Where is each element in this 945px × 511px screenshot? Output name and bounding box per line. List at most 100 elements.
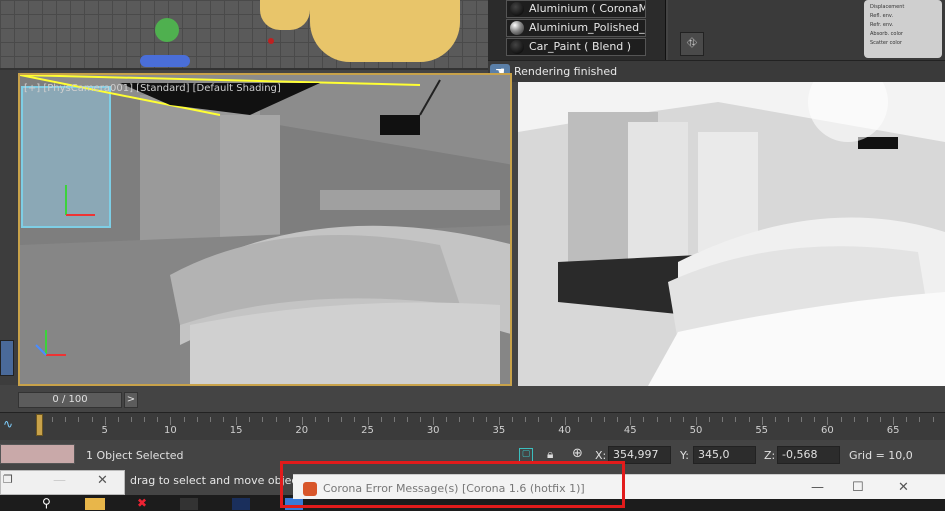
material-ball-icon [510, 21, 524, 35]
ruler-minor-tick [525, 417, 527, 422]
ruler-minor-tick [485, 417, 487, 422]
selection-status: 1 Object Selected [86, 449, 184, 462]
minimize-button[interactable]: — [811, 480, 824, 495]
ruler-minor-tick [459, 417, 461, 422]
app-icon[interactable] [180, 498, 198, 510]
ruler-tick [827, 417, 829, 425]
time-slider[interactable] [36, 414, 43, 436]
top-viewport[interactable] [0, 0, 488, 70]
ruler-minor-tick [774, 417, 776, 422]
ruler-minor-tick [472, 417, 474, 422]
yellow-object-left [260, 0, 310, 30]
lock-icon[interactable]: 🔒︎ [547, 447, 553, 462]
close-button[interactable]: ✕ [97, 473, 108, 488]
binoculars-icon[interactable]: ⛗ [680, 32, 704, 56]
ruler-tick [104, 417, 106, 425]
ruler-minor-tick [157, 417, 159, 422]
ruler-tick [630, 417, 632, 425]
close-button[interactable]: ✕ [898, 480, 909, 495]
y-coordinate-field[interactable]: 345,0 [693, 446, 756, 464]
ruler-minor-tick [787, 417, 789, 422]
next-frame-button[interactable]: > [124, 392, 138, 408]
ruler-minor-tick [393, 417, 395, 422]
ruler-tick [170, 417, 172, 425]
perspective-viewport[interactable] [18, 73, 512, 386]
ruler-minor-tick [919, 417, 921, 422]
ruler-tick-label: 40 [558, 425, 571, 436]
ruler-minor-tick [840, 417, 842, 422]
red-point [268, 38, 274, 44]
maximize-button[interactable]: ☐ [852, 480, 864, 495]
left-toolbar [0, 70, 18, 385]
ruler-minor-tick [183, 417, 185, 422]
frame-counter[interactable]: 0 / 100 [18, 392, 122, 408]
ruler-minor-tick [91, 417, 93, 422]
ruler-minor-tick [314, 417, 316, 422]
ruler-minor-tick [735, 417, 737, 422]
ruler-tick-label: 35 [492, 425, 506, 436]
selection-lock-icon[interactable]: ▢ [519, 448, 533, 462]
ruler-tick-label: 25 [361, 425, 374, 436]
render-image [518, 82, 945, 386]
transform-mode-icon[interactable]: ⊕ [572, 446, 583, 461]
ruler-minor-tick [420, 417, 422, 422]
ruler-tick [498, 417, 500, 425]
material-item[interactable]: Aluminium_Polished_Bl... [506, 19, 646, 37]
maxscript-listener[interactable] [0, 444, 75, 464]
yellow-object [310, 0, 460, 62]
ruler-minor-tick [551, 417, 553, 422]
ruler-minor-tick [682, 417, 684, 422]
minimize-button[interactable]: — [53, 473, 66, 488]
ruler-minor-tick [748, 417, 750, 422]
material-item[interactable]: Car_Paint ( Blend ) [506, 38, 646, 56]
curve-icon[interactable]: ∿ [3, 417, 13, 431]
ruler-minor-tick [590, 417, 592, 422]
app-icon[interactable]: ✖ [137, 496, 147, 510]
photoshop-icon[interactable] [232, 498, 250, 510]
ruler-minor-tick [512, 417, 514, 422]
material-params-node[interactable]: Displacement Refl. env. Refr. env. Absor… [864, 0, 942, 58]
restore-button[interactable]: ❐ [3, 473, 13, 486]
z-coordinate-field[interactable]: -0,568 [777, 446, 840, 464]
ruler-minor-tick [879, 417, 881, 422]
ruler-tick-label: 30 [426, 425, 440, 436]
material-list[interactable]: Aluminium ( CoronaMtl ) Aluminium_Polish… [488, 0, 666, 60]
ruler-tick [761, 417, 763, 425]
ruler-minor-tick [328, 417, 330, 422]
ruler-tick-label: 5 [101, 425, 108, 436]
ruler-minor-tick [288, 417, 290, 422]
ruler-minor-tick [814, 417, 816, 422]
ruler-minor-tick [656, 417, 658, 422]
ruler-minor-tick [906, 417, 908, 422]
ruler-tick-label: 10 [164, 425, 177, 436]
grid-size: Grid = 10,0 [849, 449, 913, 462]
material-ball-icon [510, 40, 524, 54]
ruler-minor-tick [669, 417, 671, 422]
ruler-tick [564, 417, 566, 425]
timeline-bar [0, 388, 945, 412]
viewport-label[interactable]: [+] [PhysCamera001] [Standard] [Default … [24, 83, 281, 94]
green-gizmo [155, 18, 179, 42]
material-item[interactable]: Aluminium ( CoronaMtl ) [506, 0, 646, 18]
ruler-tick-label: 45 [623, 425, 637, 436]
ruler-tick-label: 50 [689, 425, 703, 436]
ruler-minor-tick [117, 417, 119, 422]
ruler-minor-tick [853, 417, 855, 422]
viewport-nav-icon[interactable] [0, 340, 14, 376]
blue-gizmo [140, 55, 190, 67]
search-icon[interactable]: ⚲ [42, 496, 51, 510]
ruler-tick-label: 15 [229, 425, 243, 436]
ruler-minor-tick [354, 417, 356, 422]
ruler-minor-tick [617, 417, 619, 422]
file-explorer-icon[interactable] [85, 498, 105, 510]
ruler-tick-label: 55 [755, 425, 769, 436]
ruler-minor-tick [538, 417, 540, 422]
ruler-tick [696, 417, 697, 425]
ruler-minor-tick [446, 417, 448, 422]
ruler-minor-tick [709, 417, 711, 422]
ruler-tick [893, 417, 895, 425]
material-editor-panel: ⛗ Displacement Refl. env. Refr. env. Abs… [668, 0, 945, 60]
highlight-outline [280, 461, 625, 508]
popup-window[interactable]: ❐ — ✕ [0, 470, 125, 495]
time-ruler[interactable]: ∿ 05101520253035404550556065 [0, 412, 945, 440]
